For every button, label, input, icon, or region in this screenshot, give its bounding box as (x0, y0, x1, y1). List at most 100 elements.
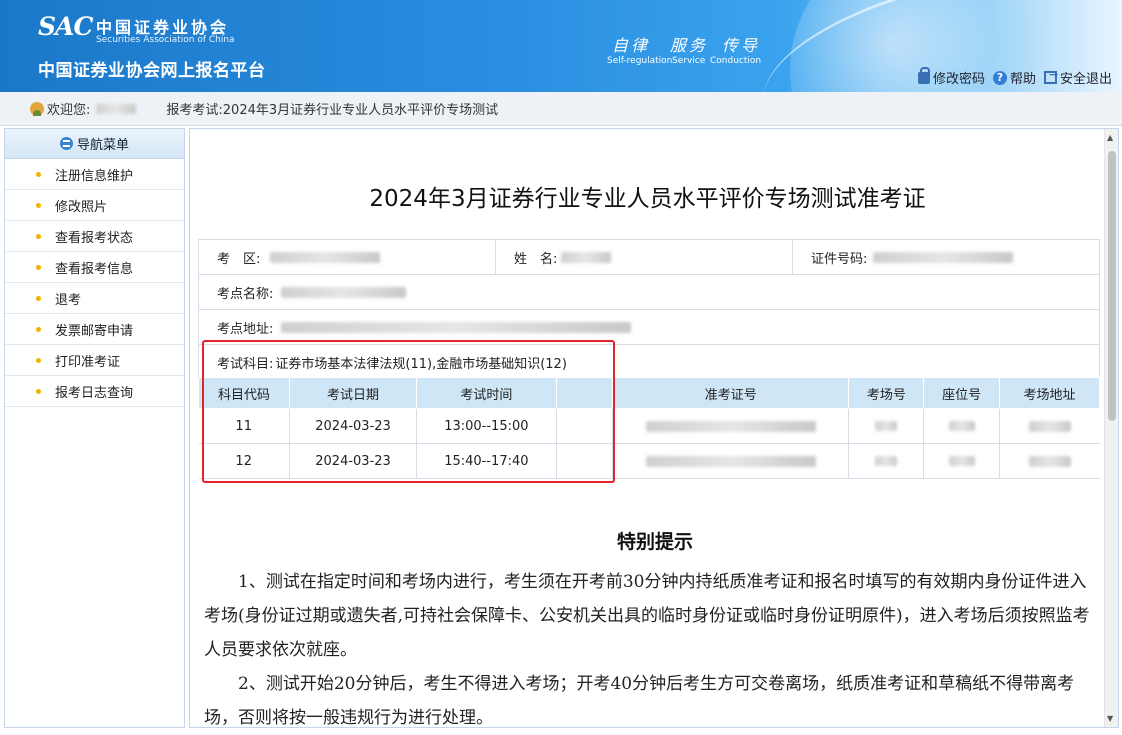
notice-paragraph: 2、测试开始20分钟后，考生不得进入考场；开考40分钟后考生方可交卷离场，纸质准… (204, 674, 1075, 728)
seat-number (923, 443, 1000, 479)
exam-time: 15:40--17:40 (416, 443, 557, 479)
region-label: 考 区: (217, 251, 261, 267)
exam-date: 2024-03-23 (289, 443, 418, 479)
blank-cell (556, 443, 614, 479)
scroll-up-icon[interactable]: ▲ (1107, 133, 1113, 142)
site-name-cell: 考点名称: (199, 275, 1099, 309)
notice-paragraph: 1、测试在指定时间和考场内进行，考生须在开考前30分钟内持纸质准考证和报名时填写… (204, 572, 1090, 660)
redacted-name (561, 251, 612, 263)
sac-logo-mark: SAC (38, 12, 93, 41)
exam-label: 报考考试: (166, 103, 223, 118)
redacted-seat-number (948, 421, 975, 431)
info-row-site-address: 考点地址: (199, 310, 1099, 345)
change-password-link[interactable]: 修改密码 (917, 66, 985, 87)
room-address (999, 408, 1100, 444)
subject-code: 11 (198, 408, 290, 444)
name-label: 姓 名: (514, 251, 558, 267)
platform-title: 中国证券业协会网上报名平台 (38, 61, 266, 81)
site-address-cell: 考点地址: (199, 310, 1099, 344)
redacted-site-address (281, 321, 632, 333)
subjects-value: 证券市场基本法律法规(11),金融市场基础知识(12) (275, 357, 567, 372)
info-row-site-name: 考点名称: (199, 275, 1099, 310)
nav-sidebar: 导航菜单 注册信息维护 修改照片 查看报考状态 查看报考信息 退考 发票邮寄申请… (4, 128, 185, 728)
redacted-room-address (1028, 455, 1071, 467)
redacted-room-number (875, 456, 898, 466)
sidebar-item-label: 查看报考信息 (55, 261, 134, 277)
exam-time: 13:00--15:00 (416, 408, 557, 444)
col-blank (555, 377, 614, 409)
slogan-en-conduction: Conduction (710, 56, 762, 66)
notice-title: 特别提示 (616, 531, 693, 553)
redacted-admission-number (645, 455, 816, 467)
logout-link[interactable]: 安全退出 (1043, 68, 1112, 87)
table-row: 11 2024-03-23 13:00--15:00 (198, 408, 1100, 444)
seat-number (923, 408, 1000, 444)
redacted-id-number (873, 251, 1014, 263)
logout-label: 安全退出 (1059, 72, 1112, 87)
help-link[interactable]: ? 帮助 (992, 68, 1036, 87)
sidebar-item-label: 注册信息维护 (55, 168, 134, 184)
col-room-number: 考场号 (848, 377, 925, 409)
help-label: 帮助 (1009, 72, 1036, 87)
welcome-bar: 欢迎您: 报考考试: 2024年3月证券行业专业人员水平评价专场测试 (0, 92, 1122, 126)
change-password-label: 修改密码 (932, 72, 985, 87)
sidebar-item-label: 报考日志查询 (55, 385, 134, 401)
notice-text: 1、测试在指定时间和考场内进行，考生须在开考前30分钟内持纸质准考证和报名时填写… (204, 565, 1092, 728)
scrollbar-thumb[interactable] (1108, 151, 1116, 421)
slogan-service: 服务 (670, 36, 709, 55)
subjects-label: 考试科目: (217, 357, 274, 372)
sidebar-item-exam-log[interactable]: 报考日志查询 (5, 376, 184, 407)
col-seat-number: 座位号 (923, 377, 1000, 409)
redacted-seat-number (948, 456, 975, 466)
subjects-cell: 考试科目: 证券市场基本法律法规(11),金融市场基础知识(12) (199, 345, 1099, 380)
logout-icon (1043, 68, 1058, 84)
blank-cell (556, 408, 614, 444)
subject-code: 12 (198, 443, 290, 479)
redacted-admission-number (645, 420, 816, 432)
sidebar-item-change-photo[interactable]: 修改照片 (5, 190, 184, 221)
redacted-room-address (1028, 420, 1071, 432)
redacted-username (96, 103, 137, 114)
sidebar-item-label: 退考 (55, 292, 82, 308)
scroll-down-icon[interactable]: ▼ (1107, 714, 1113, 723)
sidebar-item-print-admission[interactable]: 打印准考证 (5, 345, 184, 376)
vertical-scrollbar[interactable]: ▲ ▼ (1104, 129, 1118, 727)
sidebar-item-exam-status[interactable]: 查看报考状态 (5, 221, 184, 252)
region-cell: 考 区: (199, 240, 496, 274)
top-links: 修改密码 ? 帮助 安全退出 (917, 66, 1112, 87)
slogan-en-service: Service (672, 56, 706, 66)
sidebar-item-exam-info[interactable]: 查看报考信息 (5, 252, 184, 283)
site-address-label: 考点地址: (217, 321, 274, 337)
nav-menu-title: 导航菜单 (76, 138, 129, 153)
room-address (999, 443, 1100, 479)
sidebar-item-label: 查看报考状态 (55, 230, 134, 246)
col-room-address: 考场地址 (998, 377, 1101, 409)
sidebar-item-label: 发票邮寄申请 (55, 323, 134, 339)
slogan-self-regulation: 自律 (612, 36, 651, 55)
site-header: SAC 中国证券业协会 Securities Association of Ch… (0, 0, 1122, 92)
nav-menu-header: 导航菜单 (5, 129, 184, 159)
main-content: ▲ ▼ 2024年3月证券行业专业人员水平评价专场测试准考证 考 区: 姓 名:… (189, 128, 1119, 728)
org-name-en: Securities Association of China (96, 35, 235, 45)
redacted-room-number (875, 421, 898, 431)
room-number (848, 408, 925, 444)
exam-schedule-table: 科目代码 考试日期 考试时间 准考证号 考场号 座位号 考场地址 11 2024… (198, 377, 1101, 479)
candidate-info-table: 考 区: 姓 名: 证件号码: 考点名称: 考点地址: 考试科目: 证券市场基本… (198, 239, 1100, 381)
admission-number (612, 443, 850, 479)
site-name-label: 考点名称: (217, 286, 274, 302)
admission-title: 2024年3月证券行业专业人员水平评价专场测试准考证 (369, 186, 926, 212)
col-subject-code: 科目代码 (198, 377, 290, 409)
id-number-label: 证件号码: (811, 251, 868, 267)
menu-icon (59, 137, 73, 150)
user-icon (30, 101, 44, 116)
help-icon: ? (992, 70, 1007, 85)
room-number (848, 443, 925, 479)
table-row: 12 2024-03-23 15:40--17:40 (198, 443, 1100, 479)
exam-name: 2024年3月证券行业专业人员水平评价专场测试 (222, 103, 499, 118)
sidebar-item-withdraw[interactable]: 退考 (5, 283, 184, 314)
admission-number (612, 408, 850, 444)
redacted-site-name (281, 286, 407, 298)
sidebar-item-registration-info[interactable]: 注册信息维护 (5, 159, 184, 190)
sidebar-item-invoice-mail[interactable]: 发票邮寄申请 (5, 314, 184, 345)
col-exam-time: 考试时间 (416, 377, 557, 409)
